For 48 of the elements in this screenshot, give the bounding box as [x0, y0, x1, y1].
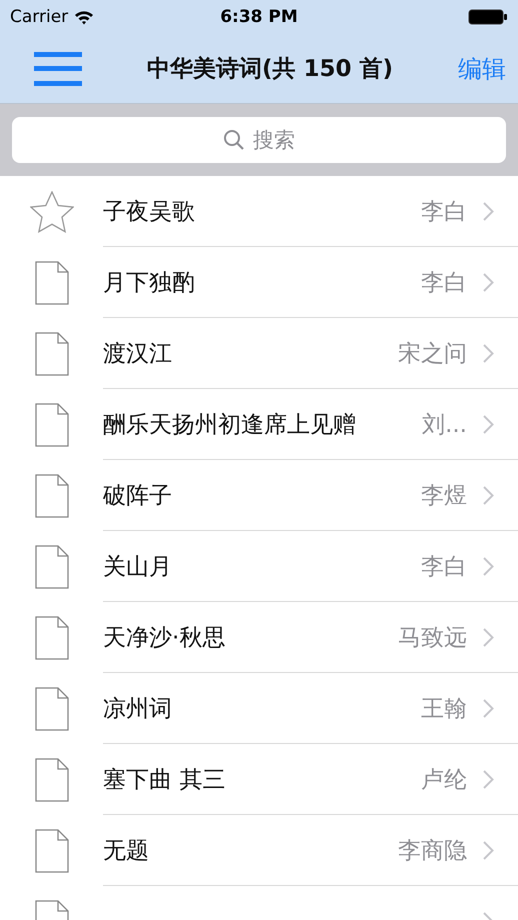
poem-title: 天净沙·秋思 — [103, 624, 226, 652]
poem-author: 李白 — [420, 552, 467, 582]
poem-row[interactable]: 天净沙·秋思 马致远 — [0, 602, 518, 673]
chevron-icon — [483, 414, 494, 434]
poem-row[interactable]: 酬乐天扬州初逢席上见赠 刘... — [0, 389, 518, 460]
poem-row[interactable]: 关山月 李白 — [0, 531, 518, 602]
chevron-icon — [483, 628, 494, 646]
poem-row[interactable]: 塞下曲 其三 卢纶 — [0, 744, 518, 815]
poem-row[interactable]: 子夜吴歌 李白 — [0, 176, 518, 247]
chevron-icon — [483, 486, 494, 504]
chevron-icon — [483, 556, 494, 576]
poem-row[interactable]: 无题 李商隐 — [0, 815, 518, 886]
poem-title: 无题 — [103, 836, 149, 866]
chevron-icon — [483, 202, 494, 220]
star-icon[interactable] — [30, 190, 74, 232]
poem-title: 塞下曲 其三 — [103, 766, 226, 794]
poem-title: 破阵子 — [103, 482, 172, 510]
carrier-label: Carrier — [10, 7, 68, 27]
poem-author: 马致远 — [397, 624, 467, 652]
poem-title: 子夜吴歌 — [103, 198, 195, 226]
poem-author: 李煜 — [420, 482, 467, 510]
poem-row[interactable]: 月下独酌 李白 — [0, 247, 518, 318]
poem-title: 渡汉江 — [103, 340, 172, 368]
battery-icon — [468, 9, 508, 25]
chevron-icon — [483, 770, 494, 788]
chevron-icon — [483, 840, 494, 860]
poem-author: 卢纶 — [420, 766, 467, 794]
poem-author: 王翰 — [420, 694, 467, 724]
chevron-icon — [483, 344, 494, 362]
chevron-icon — [483, 698, 494, 718]
menu-button[interactable] — [34, 52, 82, 86]
poem-author: 李商隐 — [397, 836, 467, 866]
poem-row[interactable]: 渡汉江 宋之问 — [0, 318, 518, 389]
poem-author: 李白 — [420, 198, 467, 226]
poem-title: 月下独酌 — [103, 268, 195, 298]
search-icon — [223, 129, 245, 151]
poem-author: 李白 — [420, 268, 467, 298]
poem-author: 刘... — [421, 410, 467, 440]
clock-time: 6:38 PM — [220, 7, 298, 27]
chevron-icon — [483, 272, 494, 292]
poem-title: 关山月 — [103, 552, 172, 582]
wifi-icon — [74, 10, 94, 24]
poem-row[interactable]: 破阵子 李煜 — [0, 460, 518, 531]
poem-row[interactable]: 凉州词 王翰 — [0, 673, 518, 744]
poem-title: 凉州词 — [103, 694, 172, 724]
nav-title: 中华美诗词(共 150 首) — [146, 54, 394, 84]
poem-title: 酬乐天扬州初逢席上见赠 — [103, 410, 356, 440]
poem-author: 宋之问 — [397, 340, 467, 368]
